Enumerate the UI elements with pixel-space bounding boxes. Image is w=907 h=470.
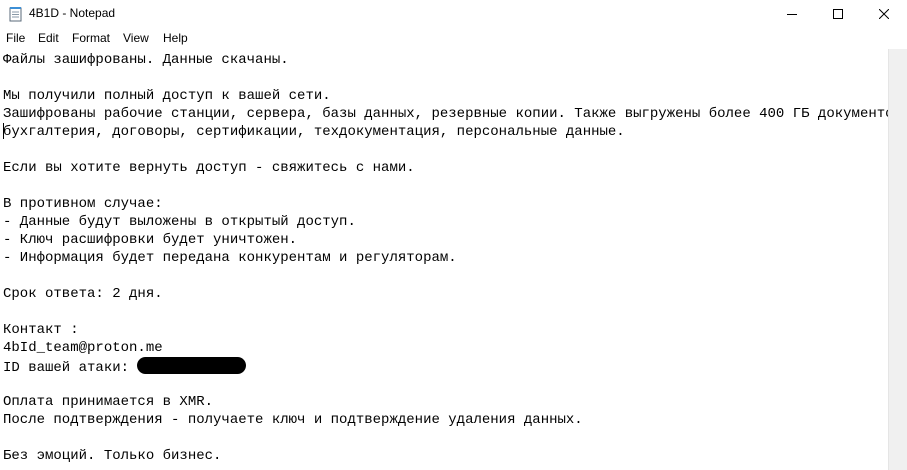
window-title: 4B1D - Notepad bbox=[29, 6, 116, 20]
maximize-button[interactable] bbox=[815, 0, 861, 29]
text-line: бухгалтерия, договоры, сертификации, тех… bbox=[3, 124, 625, 140]
vertical-scrollbar[interactable] bbox=[888, 49, 907, 470]
text-line-attack-id: ID вашей атаки: bbox=[3, 357, 247, 376]
close-icon bbox=[878, 6, 890, 24]
notepad-icon[interactable] bbox=[9, 6, 23, 22]
maximize-icon bbox=[833, 6, 843, 24]
text-editor[interactable]: Файлы зашифрованы. Данные скачаны. Мы по… bbox=[0, 49, 888, 470]
text-line: Оплата принимается в XMR. bbox=[3, 394, 214, 410]
menu-view[interactable]: View bbox=[123, 31, 149, 45]
menu-edit[interactable]: Edit bbox=[38, 31, 59, 45]
text-line: Контакт : bbox=[3, 322, 79, 338]
text-line: В противном случае: bbox=[3, 196, 163, 212]
text-line: Без эмоций. Только бизнес. bbox=[3, 448, 222, 464]
title-bar[interactable]: 4B1D - Notepad bbox=[0, 0, 907, 29]
text-line: Мы получили полный доступ к вашей сети. bbox=[3, 88, 331, 104]
text-line: После подтверждения - получаете ключ и п… bbox=[3, 412, 583, 428]
text-line: - Данные будут выложены в открытый досту… bbox=[3, 214, 356, 230]
close-button[interactable] bbox=[861, 0, 907, 29]
text-line: - Ключ расшифровки будет уничтожен. bbox=[3, 232, 298, 248]
attack-id-label: ID вашей атаки: bbox=[3, 360, 138, 376]
text-line: Файлы зашифрованы. Данные скачаны. bbox=[3, 52, 289, 68]
text-line: - Информация будет передана конкурентам … bbox=[3, 250, 457, 266]
menu-file[interactable]: File bbox=[6, 31, 25, 45]
redacted-attack-id bbox=[137, 357, 247, 374]
menu-bar: File Edit Format View Help bbox=[0, 29, 907, 49]
menu-help[interactable]: Help bbox=[163, 31, 188, 45]
text-caret bbox=[3, 123, 4, 139]
text-line: Если вы хотите вернуть доступ - свяжитес… bbox=[3, 160, 415, 176]
text-line: Срок ответа: 2 дня. bbox=[3, 286, 163, 302]
minimize-icon bbox=[787, 6, 797, 24]
menu-format[interactable]: Format bbox=[72, 31, 110, 45]
text-line: 4bId_team@proton.me bbox=[3, 340, 163, 356]
minimize-button[interactable] bbox=[769, 0, 815, 29]
text-line: Зашифрованы рабочие станции, сервера, ба… bbox=[3, 106, 888, 122]
notepad-window: 4B1D - Notepad File Edit Format View Hel… bbox=[0, 0, 907, 470]
